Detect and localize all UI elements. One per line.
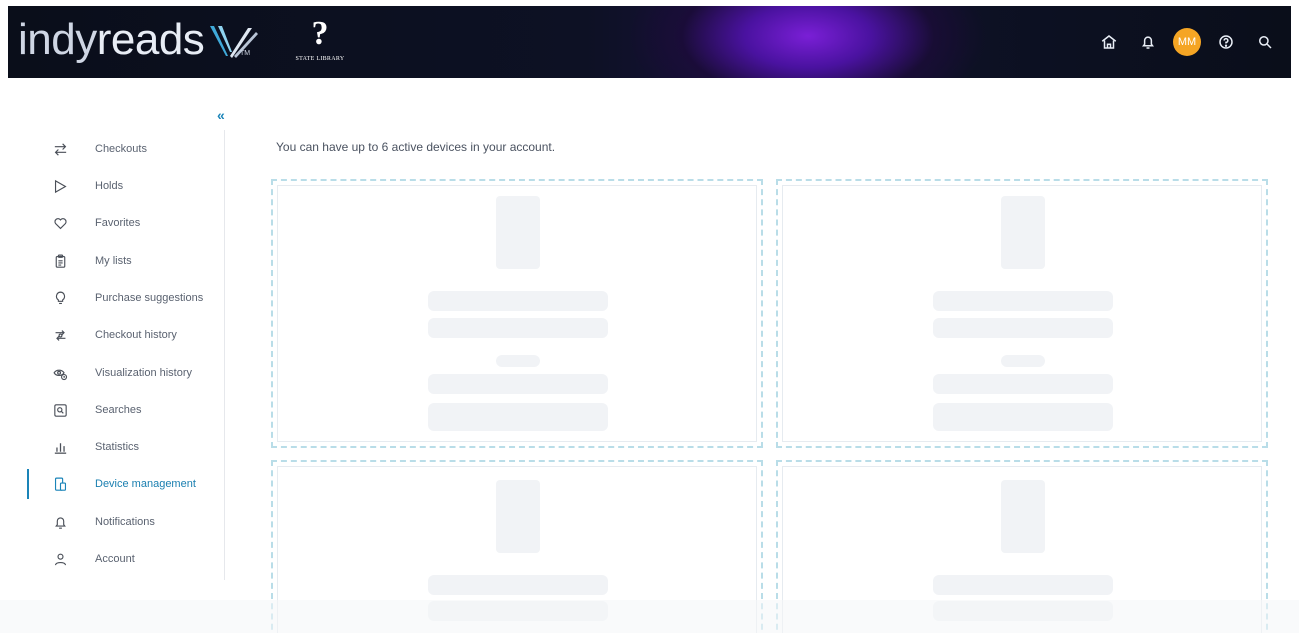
state-library-mark: ? <box>311 15 329 52</box>
device-image-skeleton <box>1001 480 1045 553</box>
sidebar-item-label: Checkouts <box>95 143 147 155</box>
sidebar-item-label: Device management <box>95 478 196 490</box>
sidebar-item-account[interactable]: Account <box>0 544 224 574</box>
sidebar-divider <box>224 130 225 580</box>
sidebar-item-checkouts[interactable]: Checkouts <box>0 134 224 164</box>
text-skeleton <box>428 318 608 338</box>
text-skeleton <box>933 291 1113 311</box>
sidebar-item-favorites[interactable]: Favorites <box>0 208 224 238</box>
history-refresh-icon <box>50 325 70 345</box>
sidebar-item-purchase-suggestions[interactable]: Purchase suggestions <box>0 283 224 313</box>
home-icon[interactable] <box>1095 28 1123 56</box>
bar-chart-icon <box>50 437 70 457</box>
sidebar-item-device-management[interactable]: Device management <box>0 469 224 499</box>
sidebar-item-label: Holds <box>95 180 124 192</box>
header-actions: MM <box>1084 28 1279 56</box>
clipboard-list-icon <box>50 251 70 271</box>
logo-text-bold: reads <box>96 15 205 64</box>
device-image-skeleton <box>496 480 540 553</box>
sidebar-item-label: Account <box>95 553 135 565</box>
sidebar-item-visualization-history[interactable]: Visualization history <box>0 358 224 388</box>
state-library-name: STATE LIBRARY <box>295 56 345 62</box>
eye-history-icon <box>50 363 70 383</box>
flag-outline-icon <box>50 176 70 196</box>
sidebar-item-label: Statistics <box>95 441 140 453</box>
text-skeleton <box>428 291 608 311</box>
button-skeleton <box>428 403 608 431</box>
state-library-logo[interactable]: ? STATE LIBRARY <box>280 16 360 68</box>
help-icon[interactable] <box>1212 28 1240 56</box>
sidebar-item-label: My lists <box>95 255 132 267</box>
text-skeleton <box>496 355 540 367</box>
device-image-skeleton <box>1001 196 1045 269</box>
heart-icon <box>50 213 70 233</box>
device-limit-message: You can have up to 6 active devices in y… <box>276 140 556 154</box>
device-card-placeholder <box>271 179 763 448</box>
lightbulb-icon <box>50 288 70 308</box>
page-bottom-fade <box>0 600 1299 633</box>
bell-icon <box>50 512 70 532</box>
sidebar-item-label: Purchase suggestions <box>95 292 204 304</box>
search-box-icon <box>50 400 70 420</box>
bell-icon[interactable] <box>1134 28 1162 56</box>
sidebar-item-label: Visualization history <box>95 367 193 379</box>
devices-icon <box>50 474 70 494</box>
device-card-placeholder <box>776 179 1268 448</box>
logo-text-light: indy <box>18 15 97 64</box>
text-skeleton <box>428 374 608 394</box>
sidebar-item-holds[interactable]: Holds <box>0 171 224 201</box>
sidebar-item-label: Favorites <box>95 217 141 229</box>
button-skeleton <box>933 403 1113 431</box>
user-icon <box>50 549 70 569</box>
logo-book-mark-icon <box>210 26 259 58</box>
sidebar-item-searches[interactable]: Searches <box>0 395 224 425</box>
user-avatar[interactable]: MM <box>1173 28 1201 56</box>
sidebar-item-my-lists[interactable]: My lists <box>0 246 224 276</box>
sidebar-item-label: Notifications <box>95 516 155 528</box>
text-skeleton <box>933 374 1113 394</box>
text-skeleton <box>933 318 1113 338</box>
swap-arrows-icon <box>50 139 70 159</box>
device-image-skeleton <box>496 196 540 269</box>
search-icon[interactable] <box>1251 28 1279 56</box>
indyreads-logo[interactable]: indy reads TM <box>18 12 260 68</box>
sidebar-item-notifications[interactable]: Notifications <box>0 507 224 537</box>
text-skeleton <box>1001 355 1045 367</box>
sidebar-item-label: Searches <box>95 404 142 416</box>
text-skeleton <box>428 575 608 595</box>
sidebar-item-label: Checkout history <box>95 329 177 341</box>
collapse-sidebar-button[interactable]: « <box>217 107 225 123</box>
top-header: indy reads TM ? STATE LIBRARY MM <box>8 6 1291 78</box>
trademark-label: TM <box>240 50 251 57</box>
sidebar-item-checkout-history[interactable]: Checkout history <box>0 320 224 350</box>
text-skeleton <box>933 575 1113 595</box>
sidebar-item-statistics[interactable]: Statistics <box>0 432 224 462</box>
